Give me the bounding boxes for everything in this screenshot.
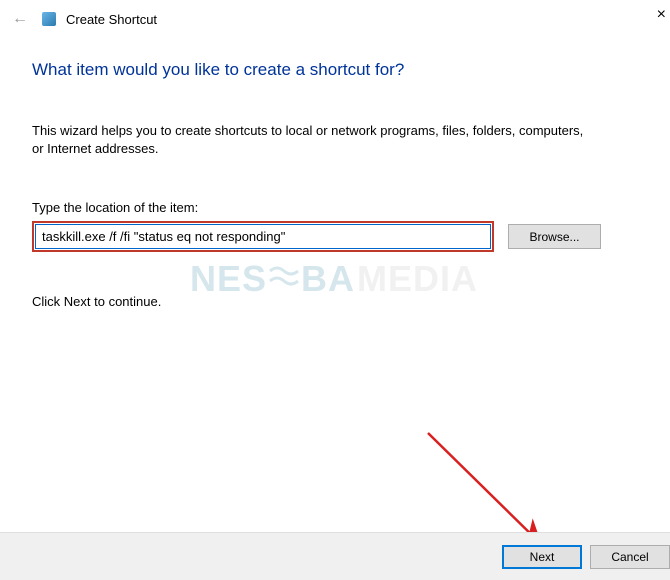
next-button[interactable]: Next (502, 545, 582, 569)
browse-button[interactable]: Browse... (508, 224, 601, 249)
wizard-title: Create Shortcut (66, 12, 157, 27)
wizard-footer: Next Cancel (0, 532, 670, 580)
wizard-content: What item would you like to create a sho… (0, 32, 670, 309)
cancel-button[interactable]: Cancel (590, 545, 670, 569)
location-row: Browse... (32, 221, 638, 252)
wizard-description: This wizard helps you to create shortcut… (32, 122, 592, 158)
location-input-highlight (32, 221, 494, 252)
location-input[interactable] (35, 224, 491, 249)
wizard-header: ← Create Shortcut (0, 0, 670, 32)
close-icon[interactable]: × (657, 6, 666, 24)
location-label: Type the location of the item: (32, 200, 638, 215)
back-arrow-icon: ← (8, 10, 32, 28)
shortcut-wizard-icon (42, 12, 56, 26)
page-heading: What item would you like to create a sho… (32, 60, 638, 80)
continue-text: Click Next to continue. (32, 294, 638, 309)
